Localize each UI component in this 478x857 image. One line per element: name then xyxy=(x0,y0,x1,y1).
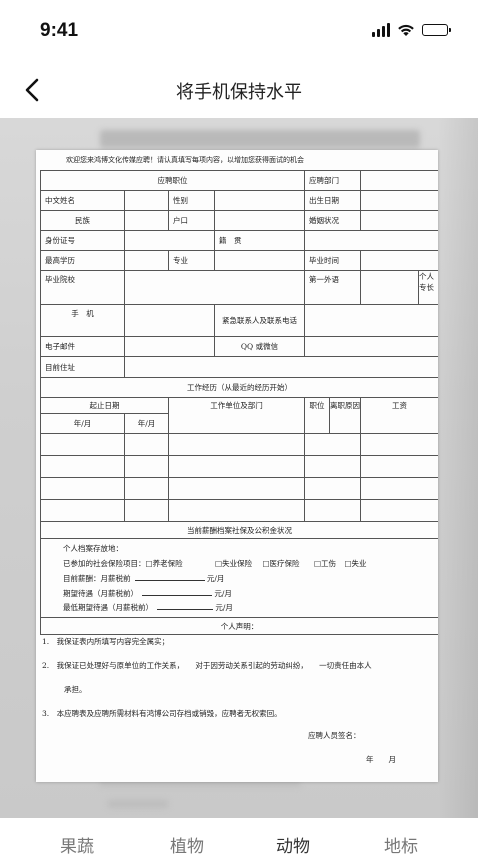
tab-landmarks[interactable]: 地标 xyxy=(384,832,418,857)
form-label: 专长 xyxy=(419,283,435,292)
wifi-icon xyxy=(398,24,414,36)
tab-fruits-vegetables[interactable]: 果蔬 xyxy=(60,832,94,857)
form-label: 中文姓名 xyxy=(40,190,125,211)
unit-label: 元/月 xyxy=(206,574,225,583)
form-label: 手 机 xyxy=(40,304,125,337)
form-label: 户口 xyxy=(168,210,215,231)
form-label: 职位 xyxy=(306,398,330,433)
form-label: 毕业院校 xyxy=(40,270,125,305)
form-label: 毕业时间 xyxy=(304,250,361,271)
form-label: 目前住址 xyxy=(40,356,125,378)
other-checkbox[interactable]: □失业 xyxy=(344,559,366,568)
table-row: 毕业院校 第一外语 个人 专长 xyxy=(40,270,438,305)
form-label: QQ 或微信 xyxy=(214,336,305,357)
form-label: 专业 xyxy=(168,250,215,271)
social-insurance-label: 已参加的社会保险项目： xyxy=(63,559,146,568)
form-label: 工资 xyxy=(360,397,438,434)
table-row: 当前薪酬档案社保及公积金状况 xyxy=(40,521,438,539)
form-label: 民族 xyxy=(40,210,125,231)
table-row: 个人声明： xyxy=(40,617,438,635)
form-label: 个人 xyxy=(419,272,435,281)
table-row: 中文姓名 性别 出生日期 xyxy=(40,190,438,211)
blurred-footer-line xyxy=(108,800,168,808)
status-bar: 9:41 xyxy=(0,0,478,64)
form-label: 婚姻状况 xyxy=(304,210,361,231)
form-label: 电子邮件 xyxy=(40,336,125,357)
expected-salary-label: 期望待遇（月薪税前） xyxy=(63,589,138,598)
edge-shadow xyxy=(438,118,478,818)
form-label: 最高学历 xyxy=(40,250,125,271)
category-tabs: 果蔬 植物 动物 地标 xyxy=(0,818,478,857)
declaration-item: 承担。 xyxy=(64,685,87,694)
form-label: 年/月 xyxy=(124,413,169,434)
declaration-item: 2. 我保证已处理好与原单位的工作关系， 对于因劳动关系引起的劳动纠纷， 一切责… xyxy=(42,661,372,670)
injury-checkbox[interactable]: □工伤 xyxy=(314,559,336,568)
status-time: 9:41 xyxy=(40,20,79,41)
form-label: 应聘部门 xyxy=(304,170,361,191)
tab-plants[interactable]: 植物 xyxy=(170,832,204,857)
form-label: 身份证号 xyxy=(40,230,125,251)
table-row: 手 机 紧急联系人及联系电话 xyxy=(40,304,438,337)
table-row: 最高学历 专业 毕业时间 xyxy=(40,250,438,271)
table-row: 身份证号 籍 贯 xyxy=(40,230,438,251)
minimum-salary-label: 最低期望待遇（月薪税前） xyxy=(63,603,153,612)
form-label: 离职原因 xyxy=(330,401,360,410)
form-label: 第一外语 xyxy=(304,270,361,305)
form-label: 工作单位及部门 xyxy=(168,397,305,434)
status-icons xyxy=(372,23,451,37)
scanned-document: 欢迎您来鸿博文化传媒应聘！请认真填写每项内容，以增加您获得面试的机会 应聘职位 … xyxy=(36,150,438,782)
table-row xyxy=(40,477,438,500)
date-label: 年 月 xyxy=(366,755,396,764)
tab-animals[interactable]: 动物 xyxy=(276,832,310,857)
section-title: 工作经历（从最近的经历开始） xyxy=(40,377,438,398)
form-label: 紧急联系人及联系电话 xyxy=(214,304,305,337)
table-row: 个人档案存放地： 已参加的社会保险项目：□养老保险 □失业保险 □医疗保险 □工… xyxy=(40,538,438,618)
form-label: 出生日期 xyxy=(304,190,361,211)
table-row xyxy=(40,455,438,478)
form-label: 应聘职位 xyxy=(40,170,305,191)
section-title: 当前薪酬档案社保及公积金状况 xyxy=(40,521,438,539)
table-row: 目前住址 xyxy=(40,356,438,378)
medical-checkbox[interactable]: □医疗保险 xyxy=(262,559,299,568)
unit-label: 元/月 xyxy=(214,589,232,598)
table-row xyxy=(40,499,438,522)
table-row xyxy=(40,433,438,456)
application-form-table: 应聘职位 应聘部门 中文姓名 性别 出生日期 民族 户口 婚姻状况 身份证号 籍… xyxy=(40,170,438,635)
page-title: 将手机保持水平 xyxy=(176,82,302,103)
document-intro: 欢迎您来鸿博文化传媒应聘！请认真填写每项内容，以增加您获得面试的机会 xyxy=(66,156,304,164)
table-row: 电子邮件 QQ 或微信 xyxy=(40,336,438,357)
table-row: 应聘职位 应聘部门 xyxy=(40,170,438,191)
declaration-item: 3. 本应聘表及应聘所需材料有鸿博公司存档或销毁，应聘者无权索回。 xyxy=(42,709,282,718)
form-label: 性别 xyxy=(168,190,215,211)
battery-icon xyxy=(422,24,451,36)
signal-icon xyxy=(372,23,390,37)
table-row: 民族 户口 婚姻状况 xyxy=(40,210,438,231)
pension-checkbox[interactable]: □养老保险 xyxy=(146,559,183,568)
current-salary-label: 目前薪酬：月薪税前 xyxy=(63,574,131,583)
form-label: 起止日期 xyxy=(40,397,169,414)
unit-label: 元/月 xyxy=(215,603,233,612)
section-title: 个人声明： xyxy=(40,617,438,635)
table-row: 工作经历（从最近的经历开始） xyxy=(40,377,438,398)
table-row: 起止日期 工作单位及部门 职位 离职原因 工资 xyxy=(40,397,438,434)
form-label: 年/月 xyxy=(40,413,125,434)
declaration-item: 1. 我保证表内所填写内容完全属实； xyxy=(42,637,170,646)
unemployment-checkbox[interactable]: □失业保险 xyxy=(215,559,252,568)
form-label: 籍 贯 xyxy=(214,230,305,251)
signature-label: 应聘人员签名： xyxy=(308,731,361,740)
archive-label: 个人档案存放地： xyxy=(63,544,123,553)
nav-bar: 将手机保持水平 xyxy=(0,64,478,118)
blurred-document-title xyxy=(100,130,420,148)
